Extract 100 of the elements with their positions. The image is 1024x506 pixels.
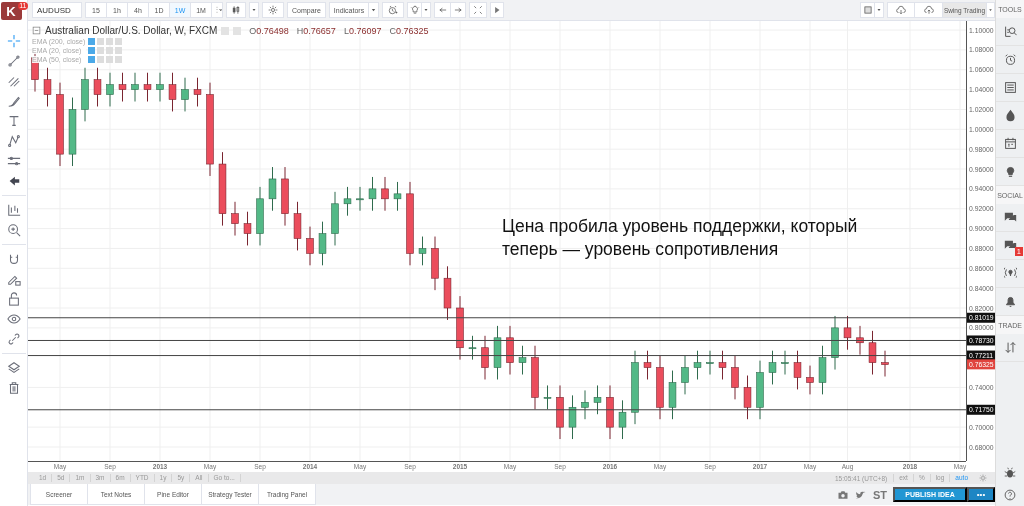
ohlc-value: H0.76657 (296, 25, 336, 36)
collapse-icon[interactable] (32, 26, 41, 35)
candle (531, 345, 539, 410)
candle (856, 325, 864, 356)
candle (343, 186, 352, 217)
candle (368, 176, 377, 212)
candle (193, 77, 202, 107)
redo-icon (453, 5, 464, 15)
st-link[interactable]: ST (872, 488, 887, 501)
candle (743, 375, 752, 420)
trade-arrows-icon (1003, 341, 1017, 354)
candle (718, 350, 727, 380)
alarm-plus-icon (388, 5, 399, 15)
watchlist-search-icon (1003, 25, 1017, 38)
candle (618, 399, 627, 440)
horizontal-line[interactable] (28, 409, 967, 411)
candle (768, 350, 777, 385)
more-intervals-button[interactable] (211, 2, 223, 18)
candle (431, 236, 439, 291)
news-icon (1003, 81, 1017, 94)
bell-icon (1003, 295, 1017, 308)
caret-button[interactable] (986, 2, 995, 18)
candle (518, 345, 527, 376)
candle (118, 72, 127, 102)
candle (881, 350, 889, 377)
chart-note: Цена пробила уровень поддержки, который теперь — уровень сопротивления (502, 215, 858, 261)
candle (606, 384, 614, 440)
candle (681, 355, 689, 395)
symbol-title: Australian Dollar/U.S. Dollar, W, FXCM (45, 25, 218, 36)
candle (381, 176, 389, 212)
cloud-download-button[interactable] (887, 2, 914, 18)
calendar-icon (1003, 137, 1017, 150)
candle (556, 384, 564, 440)
chat-icon (1003, 211, 1017, 224)
candle (793, 350, 802, 390)
candle (468, 335, 477, 361)
candle (481, 335, 489, 380)
candle (593, 384, 602, 415)
candle (318, 221, 327, 266)
bird-icon[interactable] (854, 488, 867, 501)
undo-icon (437, 5, 448, 15)
camera-icon[interactable] (836, 488, 849, 501)
redo-button[interactable] (450, 2, 467, 18)
ohlc-value: L0.76097 (343, 25, 382, 36)
candle (568, 394, 577, 440)
candle (231, 201, 239, 237)
more-button[interactable]: ••• (967, 487, 995, 502)
candle (443, 265, 452, 321)
cloud-upload-icon (923, 5, 934, 15)
candle (181, 77, 189, 112)
candle (281, 166, 289, 227)
candle (868, 330, 877, 376)
candle (781, 350, 789, 376)
candles-icon (231, 5, 241, 15)
square-button[interactable] (860, 2, 874, 18)
caret-button[interactable] (249, 2, 259, 18)
candle (668, 370, 677, 420)
lightbulb-button[interactable] (407, 2, 422, 18)
alarm-clock-icon (1003, 53, 1017, 66)
candle (306, 226, 314, 266)
alarm-plus-button[interactable] (382, 2, 405, 18)
candle (243, 211, 252, 246)
horizontal-line[interactable] (28, 355, 967, 357)
candle (256, 186, 264, 246)
symbol-field[interactable]: AUDUSD (32, 2, 82, 18)
candle (543, 384, 552, 410)
candle (456, 295, 464, 361)
candle (68, 97, 77, 167)
candle (581, 389, 589, 420)
candle (831, 315, 839, 371)
candle (643, 350, 652, 380)
candle (843, 315, 852, 351)
candle (806, 365, 814, 395)
settings-button[interactable] (262, 2, 284, 18)
candle (331, 191, 339, 246)
candle (493, 325, 502, 380)
candle (731, 355, 739, 400)
candle (818, 345, 827, 395)
candle (393, 181, 402, 212)
undo-button[interactable] (434, 2, 451, 18)
cloud-upload-button[interactable] (914, 2, 942, 18)
square-icon (862, 5, 873, 15)
fullscreen-button[interactable] (469, 2, 488, 18)
help-icon (1004, 489, 1016, 501)
candle (106, 72, 114, 107)
candle (81, 67, 89, 122)
candle (143, 72, 152, 102)
candle (293, 201, 302, 251)
candle (43, 67, 52, 107)
candle (656, 355, 664, 420)
candle (93, 67, 102, 107)
candle (356, 186, 364, 212)
play-button[interactable] (490, 2, 505, 18)
candles-button[interactable] (226, 2, 246, 18)
candle (706, 350, 714, 376)
settings-icon[interactable] (979, 474, 987, 482)
candle (156, 72, 164, 102)
fullscreen-icon (473, 5, 484, 15)
ohlc-value: C0.76325 (389, 25, 429, 36)
caret-button[interactable] (874, 2, 884, 18)
